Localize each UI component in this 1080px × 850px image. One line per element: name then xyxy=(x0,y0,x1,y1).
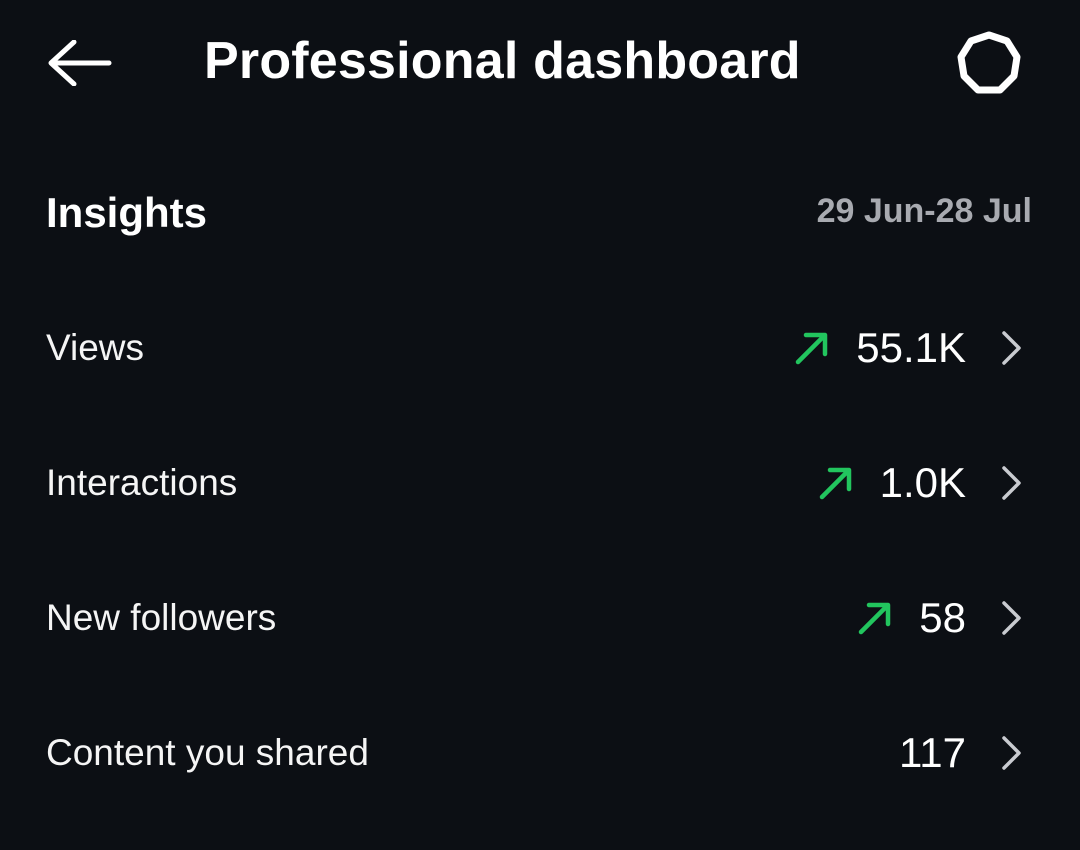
metric-label: New followers xyxy=(46,597,277,638)
metric-label: Views xyxy=(46,327,145,368)
metric-value: 117 xyxy=(899,729,966,776)
metric-row-interactions[interactable]: Interactions 1.0K xyxy=(0,428,1080,538)
page-title: Professional dashboard xyxy=(204,32,801,90)
metric-row-views[interactable]: Views 55.1K xyxy=(0,293,1080,403)
trend-up-icon xyxy=(790,326,834,370)
metric-row-content-shared[interactable]: Content you shared 117 xyxy=(0,698,1080,808)
chevron-right-icon xyxy=(996,461,1028,505)
insights-heading: Insights xyxy=(46,189,208,236)
gear-icon xyxy=(957,31,1021,94)
back-button[interactable] xyxy=(40,30,118,96)
metric-value: 1.0K xyxy=(879,459,966,506)
trend-up-icon xyxy=(853,596,897,640)
chevron-right-icon xyxy=(996,596,1028,640)
settings-button[interactable] xyxy=(950,28,1028,100)
insights-header: Insights 29 Jun-28 Jul xyxy=(0,180,1080,246)
date-range[interactable]: 29 Jun-28 Jul xyxy=(817,180,1032,242)
metric-label: Content you shared xyxy=(46,732,369,773)
trend-up-icon xyxy=(814,461,858,505)
chevron-right-icon xyxy=(996,326,1028,370)
metric-value: 58 xyxy=(919,594,966,641)
metric-value: 55.1K xyxy=(856,324,966,371)
top-bar: Professional dashboard xyxy=(0,0,1080,125)
metric-label: Interactions xyxy=(46,462,238,503)
back-arrow-icon xyxy=(48,40,112,86)
chevron-right-icon xyxy=(996,731,1028,775)
metric-row-new-followers[interactable]: New followers 58 xyxy=(0,563,1080,673)
